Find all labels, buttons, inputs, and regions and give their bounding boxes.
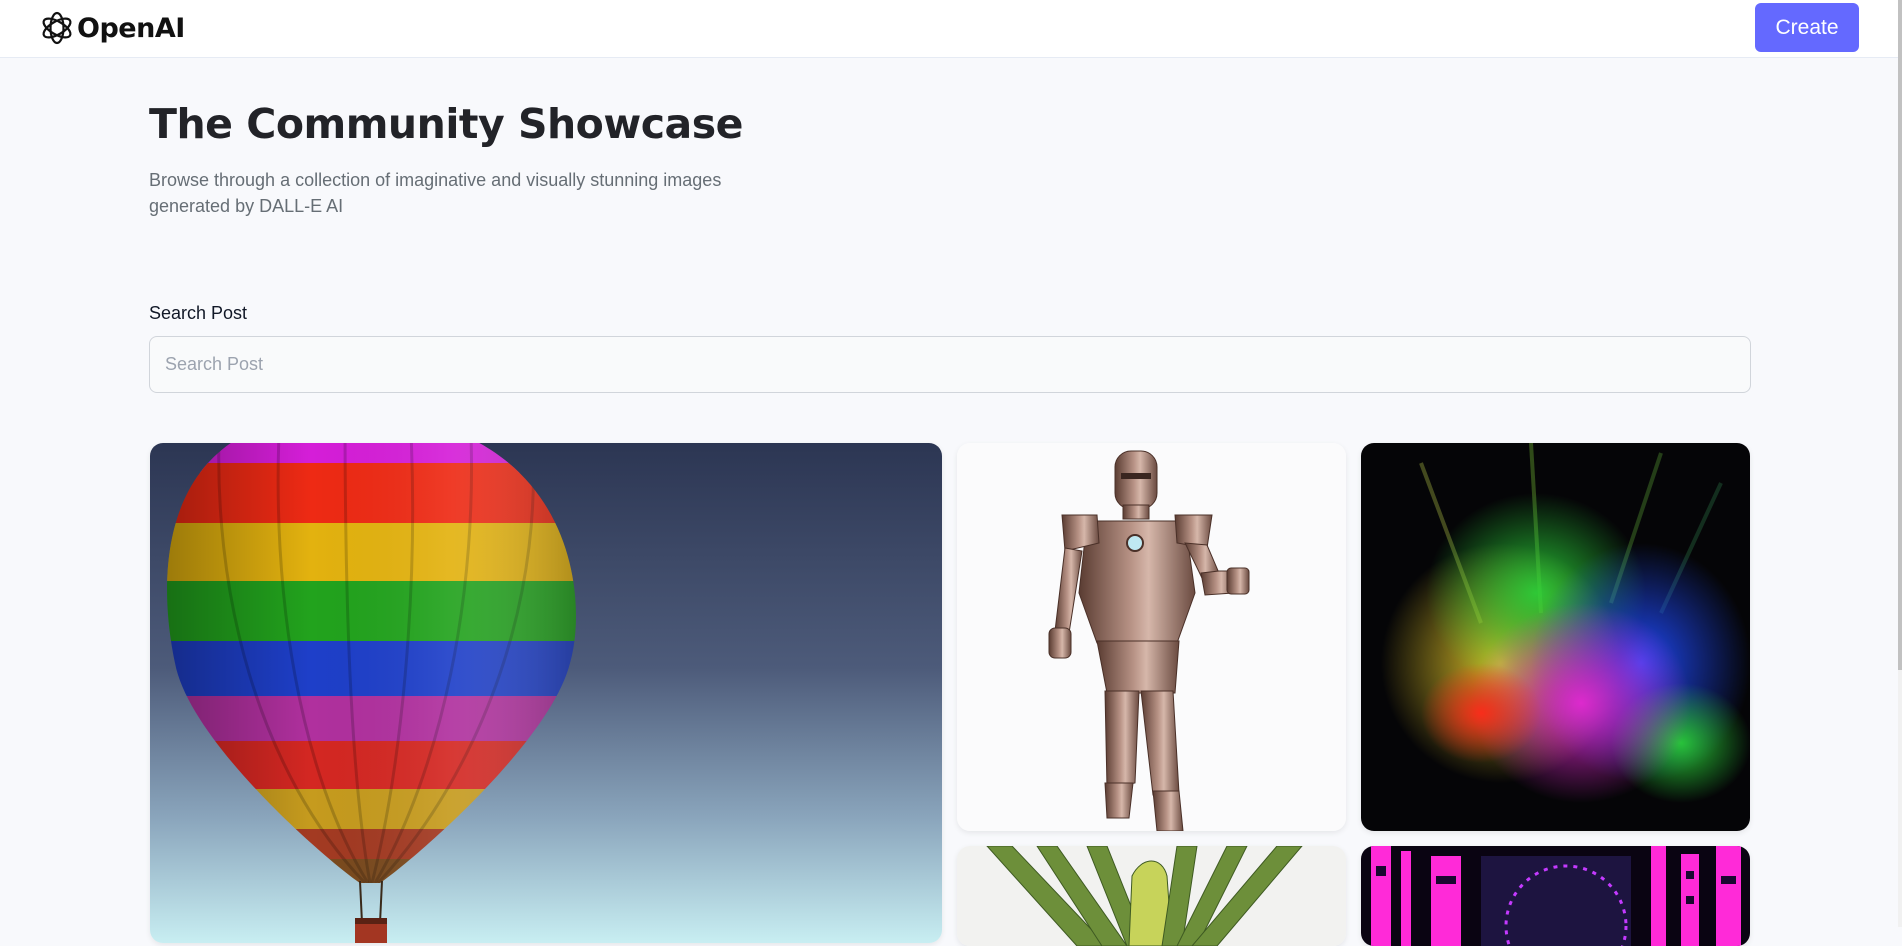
openai-logo-icon bbox=[42, 11, 72, 45]
page-subtitle: Browse through a collection of imaginati… bbox=[149, 170, 722, 216]
openai-logo[interactable]: OpenAI bbox=[39, 10, 185, 46]
color-powder-image bbox=[1361, 443, 1750, 831]
gallery-card[interactable] bbox=[1361, 443, 1750, 831]
scrollbar-thumb[interactable] bbox=[1898, 0, 1902, 670]
gallery-card[interactable] bbox=[150, 443, 942, 943]
hot-air-balloon-image bbox=[150, 443, 942, 943]
robot-image bbox=[957, 443, 1346, 831]
page-title: The Community Showcase bbox=[149, 100, 743, 148]
gallery-card[interactable] bbox=[957, 846, 1346, 946]
search-input[interactable] bbox=[149, 336, 1751, 393]
neon-city-image bbox=[1361, 846, 1750, 946]
logo-text: OpenAI bbox=[77, 12, 185, 44]
gallery-card[interactable] bbox=[1361, 846, 1750, 946]
create-button[interactable]: Create bbox=[1755, 3, 1859, 52]
plant-leaves-image bbox=[957, 846, 1346, 946]
search-label: Search Post bbox=[149, 303, 248, 323]
top-header: OpenAI Create bbox=[0, 0, 1902, 58]
gallery-card[interactable] bbox=[957, 443, 1346, 831]
